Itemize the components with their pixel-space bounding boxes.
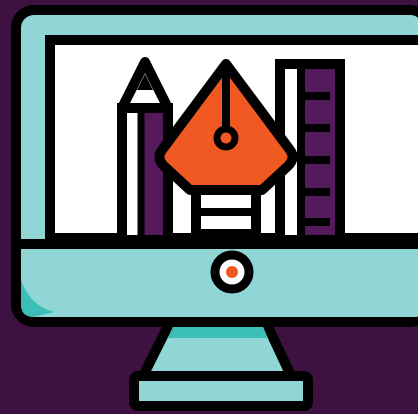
monitor-design-tools-illustration xyxy=(11,5,418,411)
illustration-canvas xyxy=(0,0,418,414)
monitor-stand xyxy=(129,313,313,411)
power-button-icon xyxy=(210,250,254,294)
monitor-stand-base xyxy=(129,371,313,411)
